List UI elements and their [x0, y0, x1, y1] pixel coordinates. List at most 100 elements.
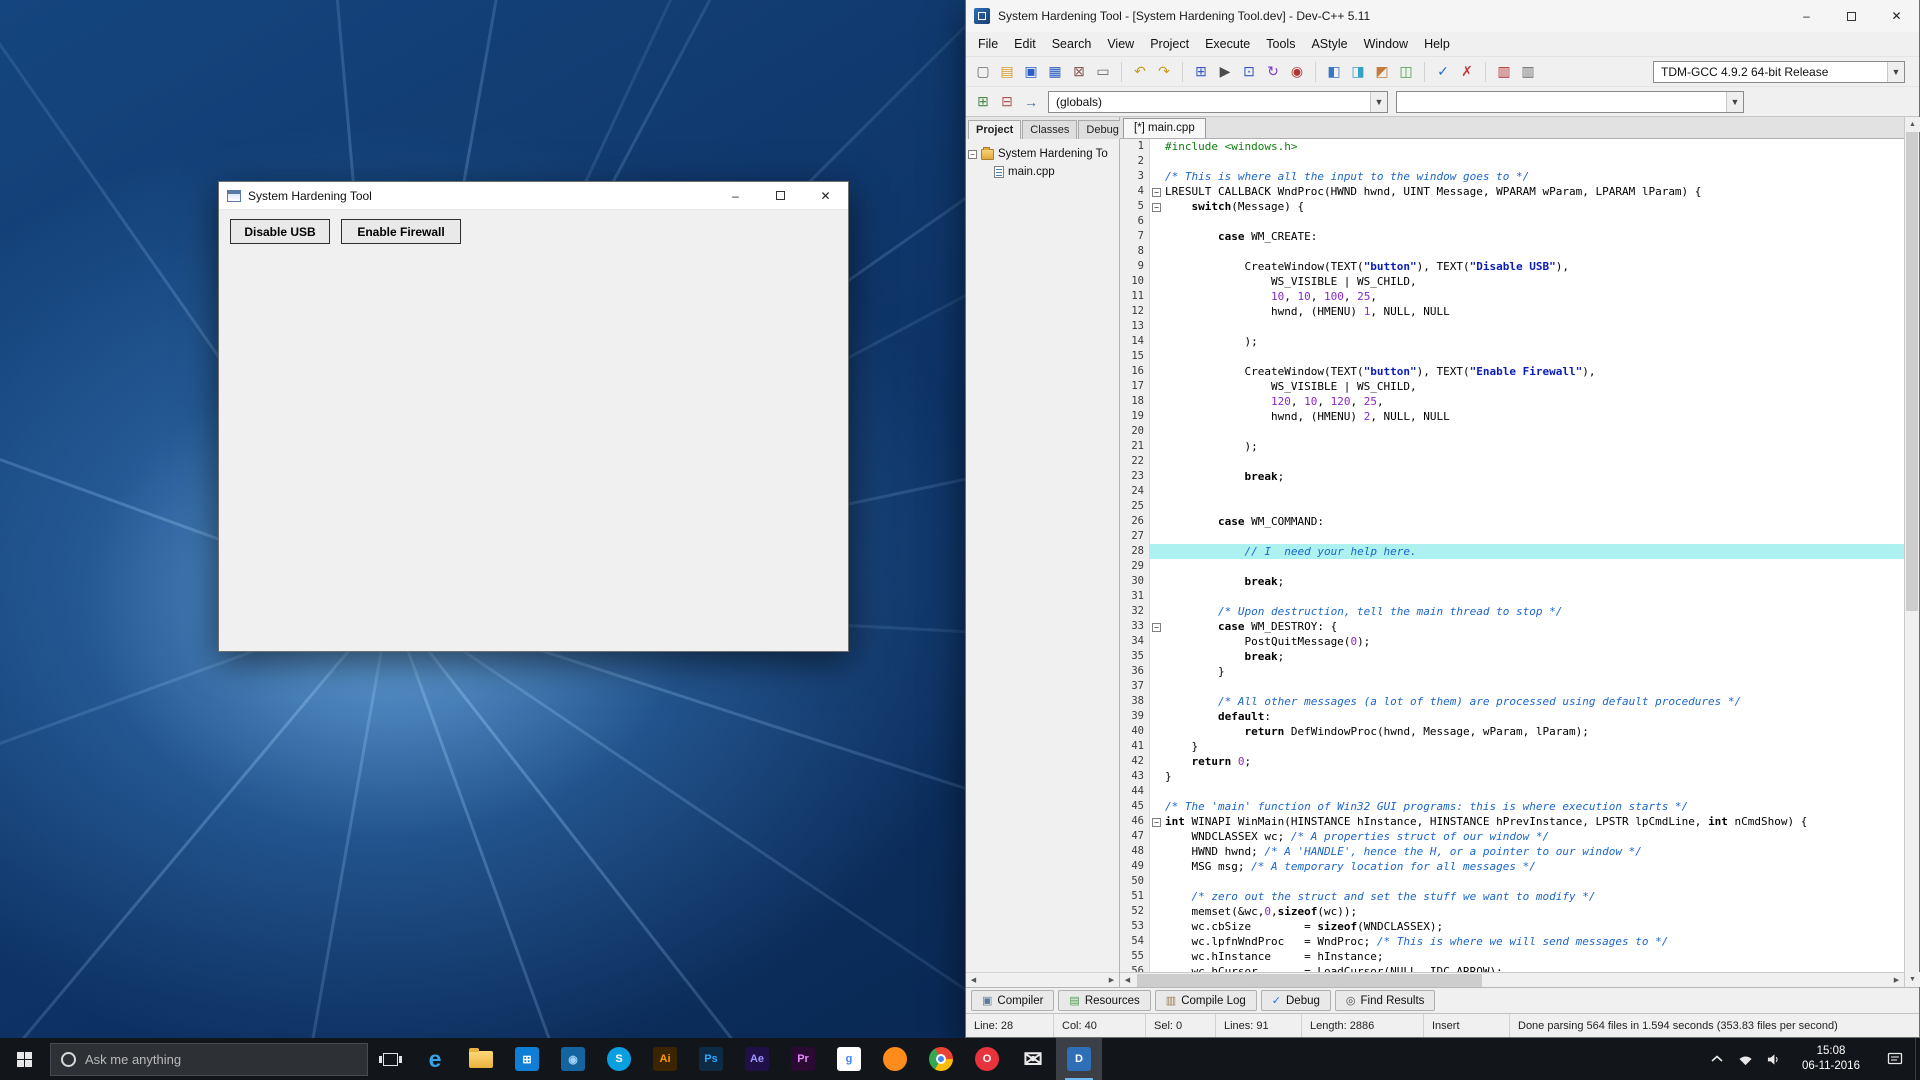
code-line-29[interactable]: 29 — [1120, 559, 1904, 574]
network-icon[interactable] — [1731, 1038, 1759, 1080]
code-line-26[interactable]: 26 case WM_COMMAND: — [1120, 514, 1904, 529]
code-line-6[interactable]: 6 — [1120, 214, 1904, 229]
compile-icon[interactable]: ⊞ — [1190, 61, 1212, 83]
code-line-9[interactable]: 9 CreateWindow(TEXT("button"), TEXT("Dis… — [1120, 259, 1904, 274]
tab-compiler[interactable]: ▣ Compiler — [971, 990, 1055, 1011]
code-line-50[interactable]: 50 — [1120, 874, 1904, 889]
panel-horizontal-scrollbar[interactable]: ◀ ▶ — [966, 972, 1119, 988]
menu-file[interactable]: File — [970, 34, 1006, 54]
code-line-7[interactable]: 7 case WM_CREATE: — [1120, 229, 1904, 244]
new-project-icon[interactable]: ◧ — [1323, 61, 1345, 83]
code-line-11[interactable]: 11 10, 10, 100, 25, — [1120, 289, 1904, 304]
tab-compile-log[interactable]: ▥ Compile Log — [1154, 990, 1257, 1011]
open-icon[interactable]: ▤ — [996, 61, 1018, 83]
code-line-32[interactable]: 32 /* Upon destruction, tell the main th… — [1120, 604, 1904, 619]
redo-icon[interactable]: ↷ — [1153, 61, 1175, 83]
code-line-40[interactable]: 40 return DefWindowProc(hwnd, Message, w… — [1120, 724, 1904, 739]
astyle-format-icon[interactable]: ✓ — [1432, 61, 1454, 83]
code-line-15[interactable]: 15 — [1120, 349, 1904, 364]
open-project-icon[interactable]: ◨ — [1347, 61, 1369, 83]
horizontal-scroll-thumb[interactable] — [1137, 973, 1482, 987]
abort-compile-icon[interactable]: ✗ — [1456, 61, 1478, 83]
taskbar-icon-chrome[interactable] — [918, 1038, 964, 1080]
code-area[interactable]: 1 #include <windows.h> 2 3 /* This is where … — [1120, 139, 1904, 972]
fold-collapse-icon[interactable]: − — [1152, 203, 1161, 212]
tab-debug[interactable]: ✓ Debug — [1260, 990, 1331, 1011]
menu-astyle[interactable]: AStyle — [1303, 34, 1355, 54]
undo-icon[interactable]: ↶ — [1129, 61, 1151, 83]
compile-run-icon[interactable]: ⊡ — [1238, 61, 1260, 83]
code-line-28[interactable]: 28 // I need your help here. — [1120, 544, 1904, 559]
close-file-icon[interactable]: ⊠ — [1068, 61, 1090, 83]
chevron-down-icon[interactable]: ▼ — [1370, 91, 1387, 112]
scroll-left-icon[interactable]: ◀ — [966, 972, 981, 988]
code-line-53[interactable]: 53 wc.cbSize = sizeof(WNDCLASSEX); — [1120, 919, 1904, 934]
taskbar-icon-after-effects[interactable]: Ae — [734, 1038, 780, 1080]
taskbar-icon-mail[interactable]: ✉ — [1010, 1038, 1056, 1080]
vertical-scroll-thumb[interactable] — [1906, 132, 1918, 611]
project-options-icon[interactable]: ◩ — [1371, 61, 1393, 83]
editor-horizontal-scrollbar[interactable]: ◀ ▶ — [1120, 972, 1904, 988]
code-line-48[interactable]: 48 HWND hwnd; /* A 'HANDLE', hence the H… — [1120, 844, 1904, 859]
tab-classes[interactable]: Classes — [1022, 120, 1078, 139]
code-line-36[interactable]: 36 } — [1120, 664, 1904, 679]
vertical-scroll-track[interactable] — [1905, 132, 1919, 972]
code-line-1[interactable]: 1 #include <windows.h> — [1120, 139, 1904, 154]
tab-project[interactable]: Project — [968, 120, 1022, 139]
code-line-24[interactable]: 24 — [1120, 484, 1904, 499]
minimize-button[interactable]: – — [713, 182, 758, 209]
code-line-5[interactable]: 5− switch(Message) { — [1120, 199, 1904, 214]
code-line-30[interactable]: 30 break; — [1120, 574, 1904, 589]
goto-declaration-icon[interactable]: → — [1020, 91, 1042, 113]
menu-tools[interactable]: Tools — [1258, 34, 1303, 54]
remove-file-icon[interactable]: ⊟ — [996, 91, 1018, 113]
scroll-up-icon[interactable]: ▲ — [1905, 117, 1920, 132]
code-line-23[interactable]: 23 break; — [1120, 469, 1904, 484]
code-line-16[interactable]: 16 CreateWindow(TEXT("button"), TEXT("En… — [1120, 364, 1904, 379]
menu-view[interactable]: View — [1099, 34, 1142, 54]
code-line-38[interactable]: 38 /* All other messages (a lot of them)… — [1120, 694, 1904, 709]
profiling-log-icon[interactable]: ▥ — [1517, 61, 1539, 83]
taskbar-icon-premiere[interactable]: Pr — [780, 1038, 826, 1080]
code-line-3[interactable]: 3 /* This is where all the input to the w… — [1120, 169, 1904, 184]
package-manager-icon[interactable]: ◫ — [1395, 61, 1417, 83]
fold-collapse-icon[interactable]: − — [1152, 623, 1161, 632]
code-line-49[interactable]: 49 MSG msg; /* A temporary location for … — [1120, 859, 1904, 874]
tab-find-results[interactable]: ◎ Find Results — [1334, 990, 1436, 1011]
start-button[interactable] — [0, 1038, 48, 1080]
code-line-55[interactable]: 55 wc.hInstance = hInstance; — [1120, 949, 1904, 964]
code-line-31[interactable]: 31 — [1120, 589, 1904, 604]
chevron-down-icon[interactable]: ▼ — [1887, 61, 1904, 82]
taskbar-clock[interactable]: 15:08 06-11-2016 — [1787, 1038, 1875, 1080]
code-line-4[interactable]: 4− LRESULT CALLBACK WndProc(HWND hwnd, UI… — [1120, 184, 1904, 199]
taskbar-icon-opera[interactable]: O — [964, 1038, 1010, 1080]
compiler-select[interactable]: TDM-GCC 4.9.2 64-bit Release ▼ — [1653, 60, 1905, 83]
code-line-39[interactable]: 39 default: — [1120, 709, 1904, 724]
add-file-icon[interactable]: ⊞ — [972, 91, 994, 113]
editor-vertical-scrollbar[interactable]: ▲ ▼ — [1904, 117, 1920, 987]
scroll-left-icon[interactable]: ◀ — [1120, 972, 1135, 988]
code-line-35[interactable]: 35 break; — [1120, 649, 1904, 664]
ide-maximize-button[interactable] — [1829, 0, 1874, 32]
members-select[interactable]: ▼ — [1396, 90, 1744, 113]
code-line-54[interactable]: 54 wc.lpfnWndProc = WndProc; /* This is … — [1120, 934, 1904, 949]
menu-project[interactable]: Project — [1142, 34, 1197, 54]
taskbar-icon-store[interactable]: ⊞ — [504, 1038, 550, 1080]
code-line-8[interactable]: 8 — [1120, 244, 1904, 259]
code-line-37[interactable]: 37 — [1120, 679, 1904, 694]
code-line-52[interactable]: 52 memset(&wc,0,sizeof(wc)); — [1120, 904, 1904, 919]
ide-close-button[interactable]: ✕ — [1874, 0, 1919, 32]
taskbar-icon-devcpp[interactable]: D — [1056, 1038, 1102, 1080]
ide-minimize-button[interactable]: – — [1784, 0, 1829, 32]
code-line-41[interactable]: 41 } — [1120, 739, 1904, 754]
print-icon[interactable]: ▭ — [1092, 61, 1114, 83]
menu-window[interactable]: Window — [1356, 34, 1416, 54]
collapse-icon[interactable]: − — [968, 149, 977, 159]
tray-chevron-up-icon[interactable] — [1703, 1038, 1731, 1080]
taskbar-icon-google[interactable]: g — [826, 1038, 872, 1080]
code-line-10[interactable]: 10 WS_VISIBLE | WS_CHILD, — [1120, 274, 1904, 289]
code-line-34[interactable]: 34 PostQuitMessage(0); — [1120, 634, 1904, 649]
code-line-17[interactable]: 17 WS_VISIBLE | WS_CHILD, — [1120, 379, 1904, 394]
code-line-20[interactable]: 20 — [1120, 424, 1904, 439]
taskbar-icon-skype[interactable]: S — [596, 1038, 642, 1080]
